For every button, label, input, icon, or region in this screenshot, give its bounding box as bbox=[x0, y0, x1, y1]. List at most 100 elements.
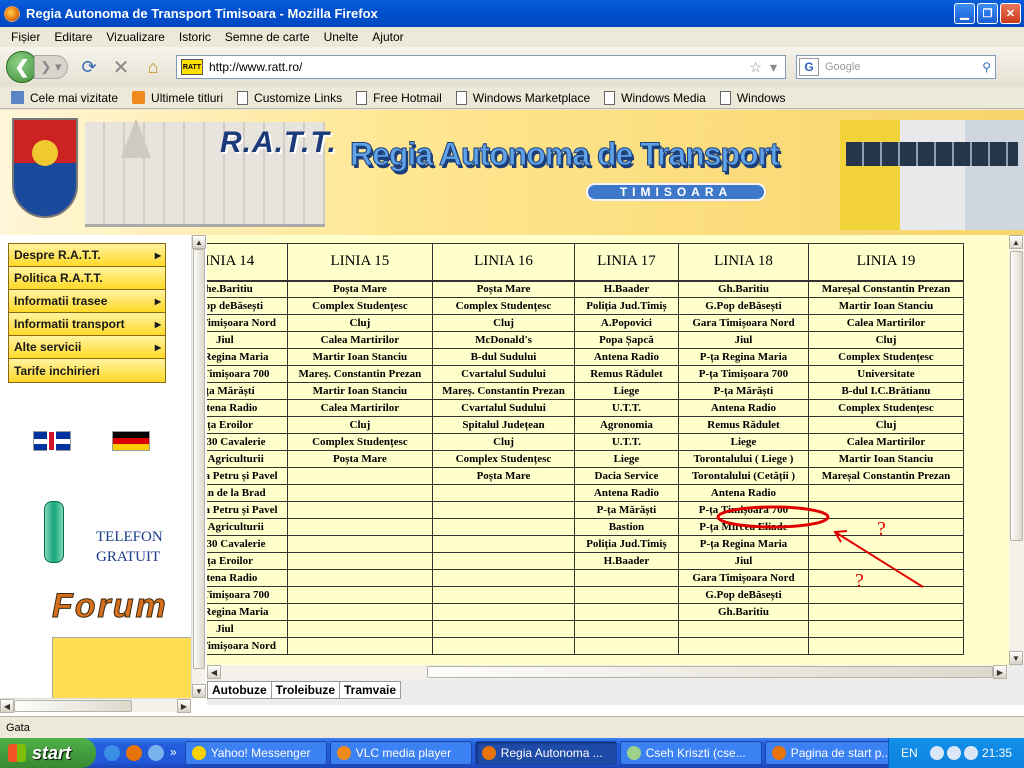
free-phone-label[interactable]: TELEFON GRATUIT bbox=[96, 527, 163, 567]
scroll-left-button[interactable]: ◀ bbox=[0, 699, 14, 713]
table-row: Biserica Petru și Pavel Poșta MareDacia S… bbox=[207, 467, 965, 485]
scroll-thumb[interactable] bbox=[1010, 251, 1023, 541]
route-stop-cell: G.Pop deBăsești bbox=[677, 297, 809, 315]
status-text: Gata bbox=[6, 721, 30, 734]
route-stop-cell: Cluj bbox=[286, 416, 434, 434]
scroll-right-button[interactable]: ▶ bbox=[177, 699, 191, 713]
menu-edit[interactable]: Editare bbox=[47, 30, 99, 44]
scroll-right-button[interactable]: ▶ bbox=[993, 665, 1007, 679]
nav-item-informatii-trasee[interactable]: Informatii trasee ▶ bbox=[9, 290, 165, 313]
ratt-card-image[interactable] bbox=[52, 637, 191, 698]
nav-item-informatii-transport[interactable]: Informatii transport ▶ bbox=[9, 313, 165, 336]
url-text[interactable]: http://www.ratt.ro/ bbox=[209, 60, 749, 74]
nav-item-tarife[interactable]: Tarife inchirieri bbox=[9, 359, 165, 382]
routes-vertical-scrollbar[interactable]: ▲ ▼ bbox=[1009, 235, 1024, 665]
route-stop-cell bbox=[432, 501, 575, 519]
firefox-quicklaunch-icon[interactable] bbox=[126, 745, 142, 761]
task-firefox-start[interactable]: Pagina de start p... bbox=[764, 741, 907, 765]
route-stop-cell: McDonald's bbox=[432, 331, 575, 349]
google-engine-icon[interactable]: G bbox=[799, 58, 819, 76]
nav-item-label: Tarife inchirieri bbox=[14, 363, 100, 378]
bookmark-item[interactable]: Free Hotmail bbox=[349, 90, 449, 105]
bookmark-item[interactable]: Ultimele titluri bbox=[125, 91, 230, 105]
route-stop-cell bbox=[286, 467, 434, 485]
url-bar[interactable]: RATT http://www.ratt.ro/ ☆ ▾ bbox=[176, 55, 786, 79]
route-header-cell: LINIA 19 bbox=[807, 243, 965, 282]
task-chat[interactable]: Cseh Kriszti (cse... bbox=[619, 741, 762, 765]
bookmark-item[interactable]: Windows bbox=[713, 90, 793, 105]
bookmark-label: Cele mai vizitate bbox=[30, 90, 119, 105]
route-stop-cell: Antena Radio bbox=[207, 399, 288, 417]
tray-network-icon[interactable] bbox=[946, 746, 961, 760]
forum-logo[interactable]: Forum bbox=[52, 587, 168, 626]
nav-item-alte-servicii[interactable]: Alte servicii ▶ bbox=[9, 336, 165, 359]
url-dropdown-icon[interactable]: ▾ bbox=[770, 59, 777, 76]
scroll-thumb[interactable] bbox=[193, 249, 205, 669]
tray-back-icon[interactable] bbox=[929, 746, 944, 760]
route-stop-cell: Calea Martirilor bbox=[807, 314, 965, 332]
close-button[interactable]: ✕ bbox=[1000, 3, 1021, 24]
routes-horizontal-scrollbar[interactable]: ◀ ▶ bbox=[207, 665, 1009, 679]
left-horizontal-scrollbar[interactable]: ◀ ▶ bbox=[0, 698, 191, 713]
home-icon[interactable]: ⌂ bbox=[142, 56, 164, 78]
bookmark-star-icon[interactable]: ☆ bbox=[749, 59, 762, 76]
bookmark-item[interactable]: Windows Marketplace bbox=[449, 90, 597, 105]
firefox-icon bbox=[481, 746, 496, 760]
menu-help[interactable]: Ajutor bbox=[365, 30, 410, 44]
bookmark-item[interactable]: Customize Links bbox=[230, 90, 349, 105]
quicklaunch-more-icon[interactable]: » bbox=[170, 745, 177, 761]
route-stop-cell: Antena Radio bbox=[573, 484, 679, 502]
scroll-left-button[interactable]: ◀ bbox=[207, 665, 221, 679]
nav-item-despre[interactable]: Despre R.A.T.T. ▶ bbox=[9, 244, 165, 267]
search-icon[interactable]: ⚲ bbox=[982, 60, 991, 74]
task-firefox-ratt[interactable]: Regia Autonoma ... bbox=[474, 741, 617, 765]
german-flag-icon[interactable] bbox=[112, 431, 150, 451]
menu-view[interactable]: Vizualizare bbox=[99, 30, 171, 44]
reload-icon[interactable]: ⟳ bbox=[78, 56, 100, 78]
route-stop-cell: Antena Radio bbox=[207, 569, 288, 587]
nav-item-politica[interactable]: Politica R.A.T.T. bbox=[9, 267, 165, 290]
routes-viewport: LINIA 14LINIA 15LINIA 16LINIA 17LINIA 18… bbox=[207, 235, 1009, 665]
submenu-arrow-icon: ▶ bbox=[154, 296, 161, 306]
scroll-down-button[interactable]: ▼ bbox=[1009, 651, 1023, 665]
buses-photo bbox=[840, 120, 1024, 230]
scroll-up-button[interactable]: ▲ bbox=[1009, 235, 1023, 249]
scroll-thumb[interactable] bbox=[14, 700, 132, 712]
start-button[interactable]: start bbox=[0, 738, 96, 768]
scroll-down-button[interactable]: ▼ bbox=[192, 684, 206, 698]
tab-tramvaie[interactable]: Tramvaie bbox=[339, 681, 402, 699]
search-input[interactable]: Google bbox=[821, 61, 982, 73]
tab-autobuze[interactable]: Autobuze bbox=[207, 681, 272, 699]
route-stop-cell bbox=[807, 518, 965, 536]
window-title: Regia Autonoma de Transport Timisoara - … bbox=[26, 6, 378, 21]
menu-history[interactable]: Istoric bbox=[172, 30, 218, 44]
stop-icon[interactable]: ✕ bbox=[110, 56, 132, 79]
left-vertical-scrollbar[interactable]: ▲ ▼ bbox=[191, 235, 206, 698]
route-stop-cell: Cluj bbox=[432, 314, 575, 332]
bookmark-item[interactable]: Cele mai vizitate bbox=[4, 91, 125, 105]
scroll-thumb[interactable] bbox=[427, 666, 993, 678]
tab-troleibuze[interactable]: Troleibuze bbox=[270, 681, 340, 699]
maximize-button[interactable]: ❐ bbox=[977, 3, 998, 24]
menu-tools[interactable]: Unelte bbox=[317, 30, 366, 44]
yahoo-messenger-icon bbox=[191, 746, 206, 760]
task-yahoo-messenger[interactable]: Yahoo! Messenger bbox=[184, 741, 327, 765]
ie-icon[interactable] bbox=[104, 745, 120, 761]
bookmark-item[interactable]: Windows Media bbox=[597, 90, 713, 105]
menu-file[interactable]: Fișier bbox=[4, 30, 47, 44]
language-indicator[interactable]: EN bbox=[901, 746, 918, 760]
route-stop-cell: Universitate bbox=[807, 365, 965, 383]
desktop-icon[interactable] bbox=[148, 745, 164, 761]
route-stop-cell: H.Baader bbox=[573, 552, 679, 570]
task-vlc[interactable]: VLC media player bbox=[329, 741, 472, 765]
start-label: start bbox=[32, 742, 72, 763]
menu-bookmarks[interactable]: Semne de carte bbox=[218, 30, 317, 44]
forward-button[interactable]: ❯ ▾ bbox=[34, 55, 68, 79]
search-bar[interactable]: G Google ⚲ bbox=[796, 55, 996, 79]
minimize-button[interactable]: ▁ bbox=[954, 3, 975, 24]
tray-star-icon[interactable] bbox=[963, 746, 978, 760]
route-stop-cell: U.T.T. bbox=[573, 433, 679, 451]
scroll-up-button[interactable]: ▲ bbox=[192, 235, 206, 249]
uk-flag-icon[interactable] bbox=[33, 431, 71, 451]
route-stop-cell: Cvartalul Sudului bbox=[432, 365, 575, 383]
